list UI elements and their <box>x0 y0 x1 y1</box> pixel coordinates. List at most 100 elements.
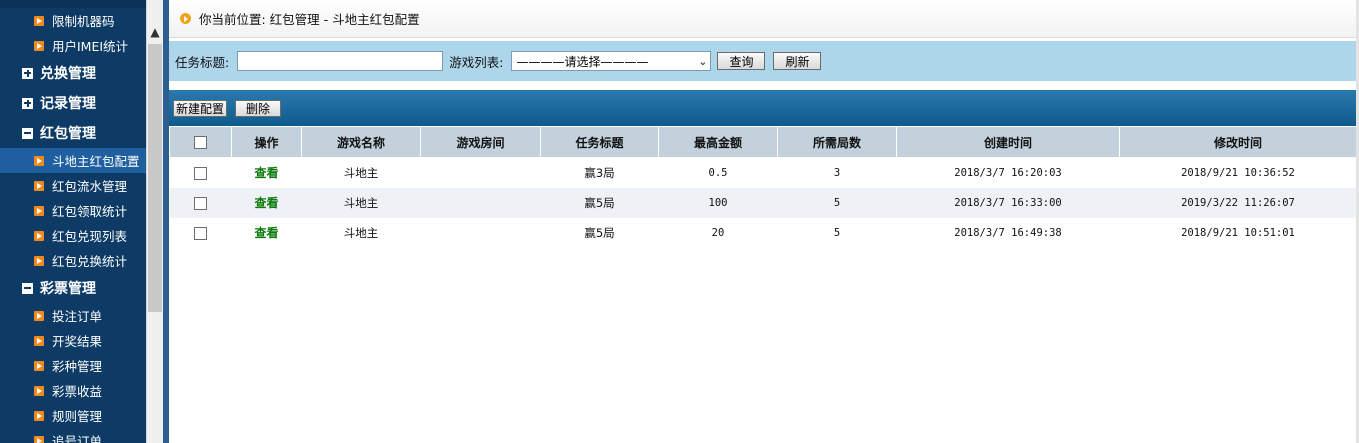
cell-game-name: 斗地主 <box>343 165 379 180</box>
cell-created-time: 2018/3/7 16:49:38 <box>954 226 1062 239</box>
sidebar-item-label: 用户IMEI统计 <box>52 39 129 54</box>
sidebar-item-label: 彩票收益 <box>52 384 103 399</box>
sidebar-group-label: 红包管理 <box>40 126 96 142</box>
arrow-right-icon <box>34 205 44 216</box>
cell-created-time: 2018/3/7 16:20:03 <box>954 166 1062 179</box>
sidebar-group-label: 彩票管理 <box>40 281 96 297</box>
cell-game-room <box>421 158 541 188</box>
row-checkbox[interactable] <box>194 166 207 180</box>
sidebar-item-redpacket-cashout-list[interactable]: 红包兑现列表 <box>0 223 146 248</box>
sidebar-group-label: 记录管理 <box>40 96 96 112</box>
row-checkbox[interactable] <box>194 196 207 210</box>
sidebar-group-lottery[interactable]: 彩票管理 <box>0 273 146 303</box>
sidebar-item-label: 限制机器码 <box>52 14 115 29</box>
sidebar-item-redpacket-exchange-stats[interactable]: 红包兑换统计 <box>0 248 146 273</box>
column-header-required-rounds: 所需局数 <box>777 126 897 158</box>
sidebar-item-lottery-types[interactable]: 彩种管理 <box>0 353 146 378</box>
table-header-row: 操作 游戏名称 游戏房间 任务标题 最高金额 所需局数 创建时间 修改时间 <box>169 126 1357 158</box>
collapse-minus-icon <box>22 127 33 139</box>
breadcrumb: 你当前位置: 红包管理 - 斗地主红包配置 <box>169 0 1356 38</box>
table-row: 查看 斗地主 赢3局 0.5 3 2018/3/7 16:20:03 2018/… <box>170 158 1357 188</box>
cell-created-time: 2018/3/7 16:33:00 <box>954 196 1062 209</box>
cell-required-rounds: 3 <box>833 166 841 179</box>
game-list-label: 游戏列表: <box>449 54 504 70</box>
sidebar-item-label: 斗地主红包配置 <box>52 154 140 169</box>
config-table: 操作 游戏名称 游戏房间 任务标题 最高金额 所需局数 创建时间 修改时间 查看… <box>169 126 1357 248</box>
sidebar-item-ddz-redpacket-config[interactable]: 斗地主红包配置 <box>0 148 146 173</box>
view-link[interactable]: 查看 <box>254 166 278 180</box>
sidebar-scrollbar[interactable]: ▲ <box>146 0 163 443</box>
cell-modified-time: 2018/9/21 10:51:01 <box>1181 226 1295 239</box>
main-content: 你当前位置: 红包管理 - 斗地主红包配置 任务标题: 游戏列表: ————请选… <box>169 0 1357 443</box>
sidebar-menu: 限制机器码 用户IMEI统计 兑换管理 记录管理 红包管理 斗地主红包配置 红包… <box>0 8 146 443</box>
column-header-max-amount: 最高金额 <box>658 126 778 158</box>
cell-task-title: 赢5局 <box>584 225 615 240</box>
sidebar-item-lottery-revenue[interactable]: 彩票收益 <box>0 378 146 403</box>
sidebar-item-redpacket-claim-stats[interactable]: 红包领取统计 <box>0 198 146 223</box>
table-row: 查看 斗地主 赢5局 100 5 2018/3/7 16:33:00 2019/… <box>169 187 1357 218</box>
refresh-button[interactable]: 刷新 <box>773 52 822 70</box>
game-list-select[interactable]: ————请选择———— ⌄ <box>511 51 712 71</box>
toolbar: 新建配置 删除 <box>169 90 1356 126</box>
cell-required-rounds: 5 <box>833 226 841 239</box>
sidebar: 限制机器码 用户IMEI统计 兑换管理 记录管理 红包管理 斗地主红包配置 红包… <box>0 0 146 443</box>
arrow-right-icon <box>34 255 44 266</box>
expand-plus-icon <box>22 97 33 109</box>
sidebar-item-label: 开奖结果 <box>52 334 103 349</box>
arrow-right-icon <box>34 40 44 51</box>
column-header-action: 操作 <box>231 126 302 158</box>
sidebar-item-label: 彩种管理 <box>52 359 103 374</box>
sidebar-group-label: 兑换管理 <box>40 66 96 82</box>
sidebar-group-records[interactable]: 记录管理 <box>0 88 146 118</box>
arrow-right-icon <box>34 360 44 371</box>
sidebar-item-restrict-machine-code[interactable]: 限制机器码 <box>0 8 146 33</box>
task-title-input[interactable] <box>237 51 444 71</box>
delete-button[interactable]: 删除 <box>235 99 282 117</box>
task-title-label: 任务标题: <box>175 54 230 70</box>
select-all-cell <box>169 126 232 158</box>
column-header-modified-time: 修改时间 <box>1119 126 1357 158</box>
arrow-right-icon <box>34 310 44 321</box>
sidebar-top-strip <box>0 0 146 8</box>
chevron-up-icon[interactable]: ▲ <box>147 22 163 42</box>
query-button[interactable]: 查询 <box>717 52 766 70</box>
cell-max-amount: 100 <box>708 196 728 209</box>
location-arrow-icon <box>180 13 191 24</box>
sidebar-item-draw-results[interactable]: 开奖结果 <box>0 328 146 353</box>
cell-game-name: 斗地主 <box>343 195 379 210</box>
view-link[interactable]: 查看 <box>254 226 278 240</box>
cell-max-amount: 20 <box>711 226 725 239</box>
arrow-right-icon <box>34 335 44 346</box>
arrow-right-icon <box>34 385 44 396</box>
sidebar-item-label: 追号订单 <box>52 434 103 443</box>
sidebar-item-label: 投注订单 <box>52 309 103 324</box>
arrow-right-icon <box>34 230 44 241</box>
sidebar-group-exchange[interactable]: 兑换管理 <box>0 58 146 88</box>
sidebar-item-rule-management[interactable]: 规则管理 <box>0 403 146 428</box>
cell-max-amount: 0.5 <box>708 166 728 179</box>
sidebar-item-label: 红包兑换统计 <box>52 254 128 269</box>
sidebar-item-bet-orders[interactable]: 投注订单 <box>0 303 146 328</box>
arrow-right-icon <box>34 180 44 191</box>
sidebar-item-label: 红包流水管理 <box>52 179 128 194</box>
arrow-right-icon <box>34 155 44 166</box>
cell-task-title: 赢5局 <box>584 195 615 210</box>
column-header-game-name: 游戏名称 <box>301 126 421 158</box>
game-list-selected-value: ————请选择———— <box>516 54 649 69</box>
view-link[interactable]: 查看 <box>254 196 278 210</box>
scrollbar-thumb[interactable] <box>148 44 162 312</box>
cell-game-room <box>421 188 541 218</box>
sidebar-item-chase-orders[interactable]: 追号订单 <box>0 428 146 443</box>
column-header-created-time: 创建时间 <box>896 126 1120 158</box>
chevron-down-icon: ⌄ <box>698 54 708 68</box>
select-all-checkbox[interactable] <box>194 136 207 149</box>
sidebar-item-label: 规则管理 <box>52 409 103 424</box>
sidebar-group-redpacket[interactable]: 红包管理 <box>0 118 146 148</box>
sidebar-item-redpacket-flow[interactable]: 红包流水管理 <box>0 173 146 198</box>
new-config-button[interactable]: 新建配置 <box>173 99 228 117</box>
arrow-right-icon <box>34 435 44 443</box>
sidebar-item-imei-stats[interactable]: 用户IMEI统计 <box>0 33 146 58</box>
row-checkbox[interactable] <box>194 226 207 240</box>
column-header-game-room: 游戏房间 <box>420 126 541 158</box>
arrow-right-icon <box>34 15 44 26</box>
